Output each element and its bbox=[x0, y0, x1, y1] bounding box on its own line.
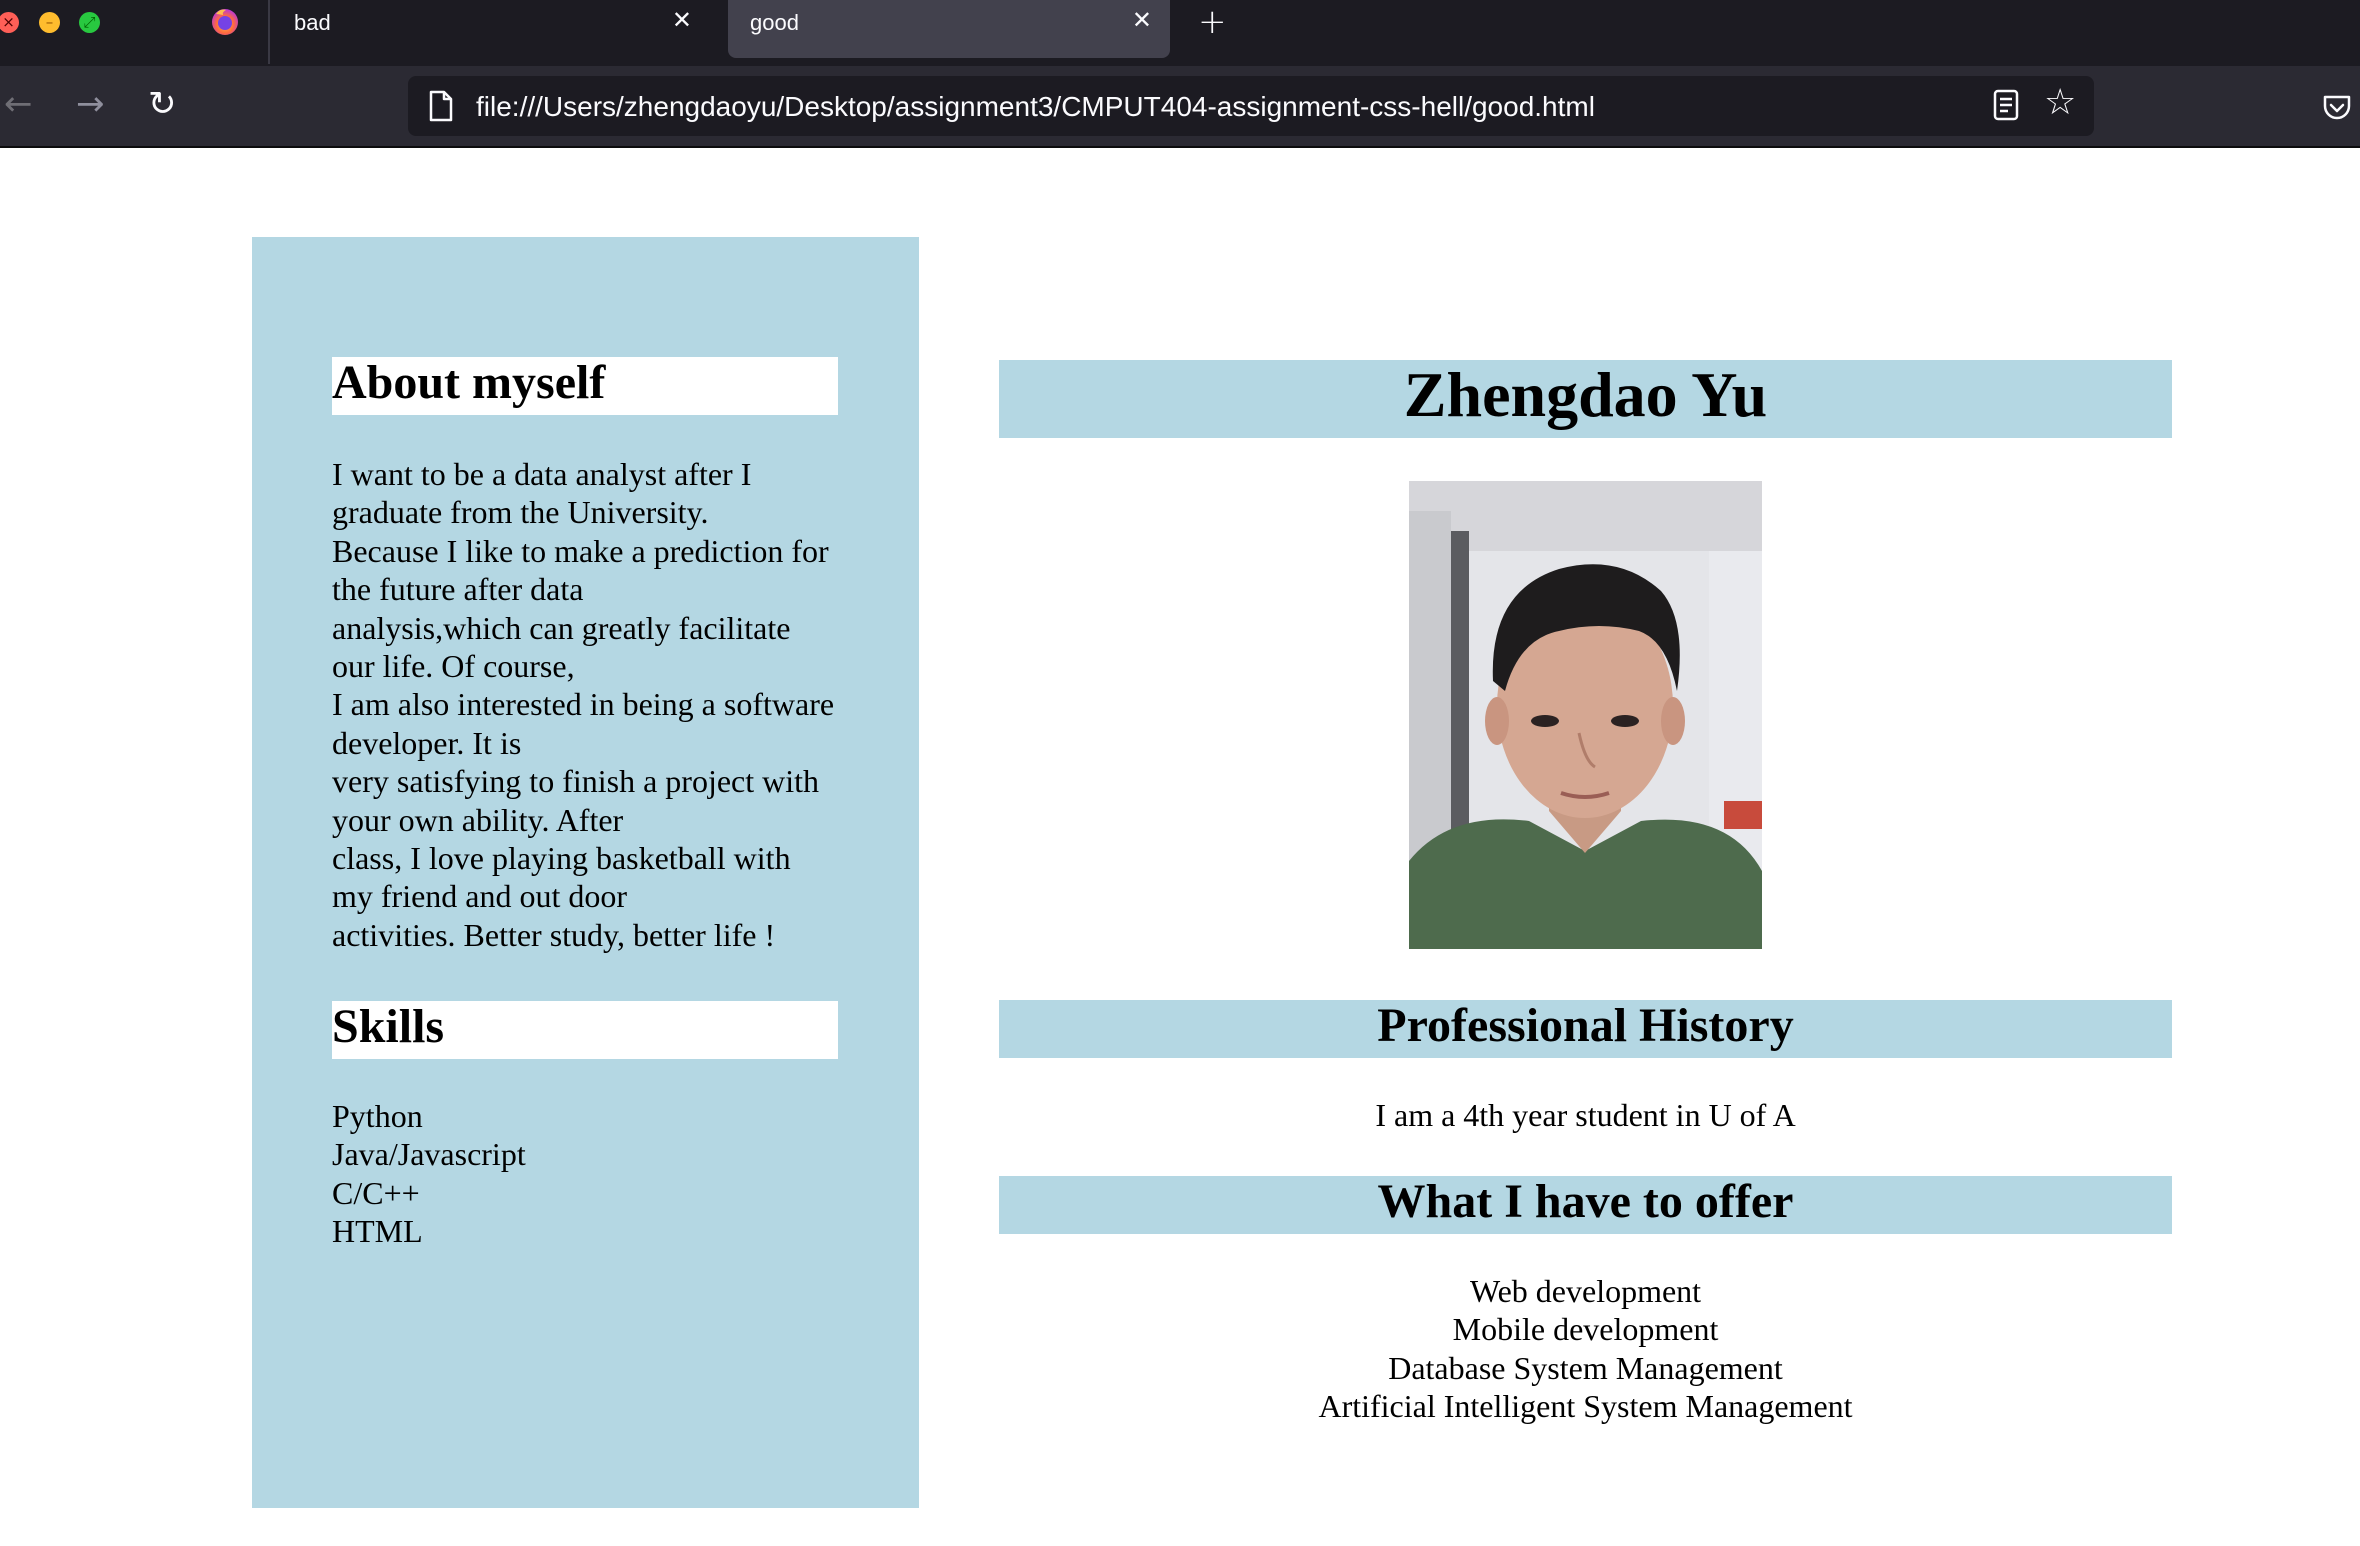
about-line: your own ability. After bbox=[332, 801, 624, 838]
offer-item: Artificial Intelligent System Management bbox=[1318, 1388, 1853, 1425]
skill-item: Python bbox=[332, 1098, 423, 1134]
about-line: developer. It is bbox=[332, 724, 522, 761]
sidebar: About myself I want to be a data analyst… bbox=[252, 237, 919, 1508]
about-line: analysis,which can greatly facilitate bbox=[332, 609, 791, 646]
offer-heading: What I have to offer bbox=[999, 1176, 2172, 1234]
url-text[interactable]: file:///Users/zhengdaoyu/Desktop/assignm… bbox=[476, 91, 1595, 123]
pocket-icon[interactable] bbox=[2322, 94, 2352, 122]
about-line: Because I like to make a prediction for bbox=[332, 532, 829, 569]
page-icon bbox=[429, 90, 453, 122]
skill-item: C/C++ bbox=[332, 1174, 420, 1211]
close-icon: × bbox=[2, 13, 15, 31]
window-maximize-button[interactable]: ⤢ bbox=[79, 12, 100, 33]
forward-arrow-icon[interactable]: → bbox=[76, 84, 105, 124]
about-text: I want to be a data analyst after I grad… bbox=[332, 455, 852, 954]
tab-title: bad bbox=[294, 10, 331, 35]
new-tab-plus-icon[interactable]: + bbox=[1198, 2, 1227, 42]
about-line: very satisfying to finish a project with bbox=[332, 763, 820, 800]
professional-history-heading: Professional History bbox=[999, 1000, 2172, 1058]
about-line: the future after data bbox=[332, 571, 584, 608]
offer-list: Web development Mobile development Datab… bbox=[999, 1272, 2172, 1426]
about-line: I want to be a data analyst after I bbox=[332, 456, 752, 492]
tab-bar: × – ⤢ bad ✕ good ✕ + bbox=[0, 0, 2360, 66]
profile-photo-illustration bbox=[1409, 481, 1762, 949]
tab-close-icon[interactable]: ✕ bbox=[1132, 6, 1152, 34]
about-heading: About myself bbox=[332, 357, 838, 415]
skill-item: HTML bbox=[332, 1213, 423, 1250]
back-arrow-icon[interactable]: ← bbox=[4, 84, 33, 124]
reload-icon[interactable]: ↻ bbox=[148, 84, 177, 124]
tab-good[interactable]: good ✕ bbox=[728, 0, 1170, 58]
tab-divider bbox=[268, 0, 270, 64]
about-line: our life. Of course, bbox=[332, 648, 575, 685]
firefox-icon[interactable] bbox=[210, 6, 240, 36]
profile-photo bbox=[1409, 481, 1762, 949]
page-title: Zhengdao Yu bbox=[999, 360, 2172, 438]
about-line: activities. Better study, better life ! bbox=[332, 916, 776, 953]
about-line: class, I love playing basketball with bbox=[332, 840, 791, 877]
maximize-icon: ⤢ bbox=[83, 13, 96, 31]
about-line: my friend and out door bbox=[332, 878, 628, 915]
skill-item: Java/Javascript bbox=[332, 1136, 526, 1173]
professional-history-text: I am a 4th year student in U of A bbox=[1375, 1097, 1796, 1133]
reader-view-icon[interactable] bbox=[1992, 88, 2020, 122]
window-close-button[interactable]: × bbox=[0, 12, 19, 33]
tab-close-icon[interactable]: ✕ bbox=[672, 6, 692, 34]
minimize-icon: – bbox=[45, 13, 54, 31]
tab-bad[interactable]: bad ✕ bbox=[272, 0, 710, 58]
navigation-toolbar: ← → ↻ file:///Users/zhengdaoyu/Desktop/a… bbox=[0, 66, 2360, 148]
about-line: I am also interested in being a software bbox=[332, 686, 835, 723]
bookmark-star-icon[interactable]: ☆ bbox=[2044, 82, 2076, 123]
offer-item: Web development bbox=[1469, 1273, 1702, 1309]
address-bar[interactable]: file:///Users/zhengdaoyu/Desktop/assignm… bbox=[408, 76, 2094, 136]
offer-item: Database System Management bbox=[1388, 1349, 1783, 1386]
window-minimize-button[interactable]: – bbox=[39, 12, 60, 33]
skills-list: Python Java/Javascript C/C++ HTML bbox=[332, 1097, 526, 1251]
tab-title: good bbox=[750, 10, 799, 35]
about-line: graduate from the University. bbox=[332, 494, 709, 531]
offer-item: Mobile development bbox=[1452, 1311, 1719, 1348]
skills-heading: Skills bbox=[332, 1001, 838, 1059]
